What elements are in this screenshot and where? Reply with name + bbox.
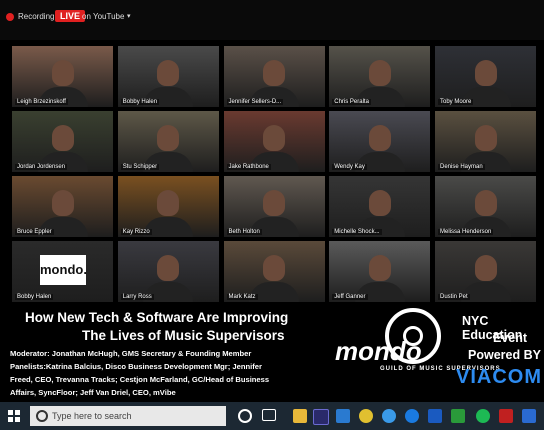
event-banner: How New Tech & Software Are Improving Th… <box>0 304 544 400</box>
participant-name: Bobby Halen <box>15 294 54 300</box>
participant-head <box>263 125 285 151</box>
participant-tile[interactable]: Stu Schipper <box>117 111 219 172</box>
participant-tile[interactable]: Melissa Henderson <box>435 176 536 237</box>
participant-tile[interactable]: Jake Rathbone <box>223 111 325 172</box>
participant-head <box>157 255 180 281</box>
participant-name: Kay Rizzo <box>120 229 152 235</box>
participant-name: Larry Ross <box>120 294 154 300</box>
windows-start-icon[interactable] <box>8 410 20 422</box>
participant-head <box>51 60 74 86</box>
participant-tile[interactable]: Leigh Brzezinskoff <box>12 46 113 107</box>
participant-name: Bruce Eppler <box>15 229 54 235</box>
participant-name: Dustin Pet <box>438 294 470 300</box>
participant-head <box>51 190 74 216</box>
banner-panelists-line3: Affairs, SyncFloor; Jeff Van Driel, CEO,… <box>10 388 176 397</box>
edge-icon[interactable] <box>382 409 396 423</box>
participant-head <box>474 255 497 281</box>
participant-tile[interactable]: Jeff Ganner <box>329 241 431 302</box>
participant-tile[interactable]: Michelle Shock... <box>329 176 431 237</box>
banner-panelists-line2: Freed, CEO, Trevanna Tracks; Cestjon McF… <box>10 375 270 384</box>
participant-head <box>51 125 74 151</box>
participant-head <box>474 125 497 151</box>
participant-tile[interactable]: Larry Ross <box>117 241 219 302</box>
participant-name: Stu Schipper <box>120 164 160 170</box>
participant-tile[interactable]: Mark Katz <box>223 241 325 302</box>
recording-label: Recording <box>18 12 55 21</box>
participant-name: Jennifer Sellers-D... <box>226 99 284 105</box>
stream-destination-label[interactable]: on YouTube <box>82 12 124 21</box>
participant-tile[interactable]: Denise Hayman <box>435 111 536 172</box>
participant-head <box>368 125 391 151</box>
store-icon[interactable] <box>428 409 442 423</box>
search-placeholder: Type here to search <box>52 411 132 421</box>
recording-icon <box>6 13 14 21</box>
spotify-icon[interactable] <box>476 409 490 423</box>
participant-tile[interactable]: Jennifer Sellers-D... <box>223 46 325 107</box>
participant-name: Leigh Brzezinskoff <box>15 99 68 105</box>
participant-tile[interactable]: Dustin Pet <box>435 241 536 302</box>
task-view-icon[interactable] <box>262 409 276 421</box>
participant-head <box>368 255 391 281</box>
participant-head <box>368 60 391 86</box>
participant-name: Jordan Jordensen <box>15 164 68 170</box>
event-label-line2: Event <box>493 331 528 345</box>
participant-name: Mark Katz <box>226 294 258 300</box>
participant-tile[interactable]: Chris Peralta <box>329 46 431 107</box>
banner-title-line1: How New Tech & Software Are Improving <box>25 310 289 325</box>
participant-name: Bobby Halen <box>120 99 160 105</box>
participant-name: Jake Rathbone <box>226 164 271 170</box>
participant-tile[interactable]: Bobby Halen <box>117 46 219 107</box>
participant-name: Michelle Shock... <box>332 229 382 235</box>
participant-head <box>157 60 180 86</box>
participant-name: Melissa Henderson <box>438 229 494 235</box>
participant-head <box>474 190 497 216</box>
participant-name: Toby Moore <box>438 99 474 105</box>
participant-tile[interactable]: Toby Moore <box>435 46 536 107</box>
participant-name: Beth Holton <box>226 229 262 235</box>
premiere-icon[interactable] <box>313 409 329 425</box>
participant-name: Jeff Ganner <box>332 294 368 300</box>
participant-head <box>263 60 285 86</box>
participant-tile[interactable]: Wendy Kay <box>329 111 431 172</box>
zoom-icon[interactable] <box>522 409 536 423</box>
meeting-top-bar: Recording LIVE on YouTube ▾ <box>0 0 544 40</box>
participant-head <box>157 190 180 216</box>
participant-head <box>368 190 391 216</box>
acrobat-icon[interactable] <box>499 409 513 423</box>
event-label-line3: Powered BY <box>468 348 541 362</box>
participant-head <box>263 190 285 216</box>
participant-grid: Leigh Brzezinskoff Bobby Halen Jennifer Se… <box>12 46 536 302</box>
viacom-logo: VIACOM <box>456 366 542 388</box>
internet-explorer-icon[interactable] <box>405 409 419 423</box>
participant-head <box>263 255 285 281</box>
search-icon <box>36 410 48 422</box>
cortana-icon[interactable] <box>238 409 252 423</box>
participant-head <box>474 60 497 86</box>
participant-logo: mondo. <box>40 255 87 285</box>
banner-panelists-line1: Panelists:Katrina Balcius, Disco Busines… <box>10 362 262 371</box>
file-explorer-icon[interactable] <box>293 409 307 423</box>
chrome-icon[interactable] <box>359 409 373 423</box>
participant-tile[interactable]: mondo. Bobby Halen <box>12 241 113 302</box>
banner-moderator-line: Moderator: Jonathan McHugh, GMS Secretar… <box>10 349 252 358</box>
participant-tile[interactable]: Jordan Jordensen <box>12 111 113 172</box>
participant-head <box>157 125 180 151</box>
live-badge[interactable]: LIVE <box>55 10 86 22</box>
guild-seal-icon <box>385 308 441 364</box>
chevron-down-icon[interactable]: ▾ <box>127 12 131 20</box>
participant-name: Denise Hayman <box>438 164 485 170</box>
participant-tile[interactable]: Kay Rizzo <box>117 176 219 237</box>
participant-tile[interactable]: Bruce Eppler <box>12 176 113 237</box>
banner-title-line2: The Lives of Music Supervisors <box>82 328 285 343</box>
participant-tile[interactable]: Beth Holton <box>223 176 325 237</box>
app2-icon[interactable] <box>451 409 465 423</box>
windows-taskbar: Type here to search <box>0 402 544 430</box>
app-icon[interactable] <box>336 409 350 423</box>
participant-name: Wendy Kay <box>332 164 367 170</box>
participant-name: Chris Peralta <box>332 99 371 105</box>
taskbar-search-input[interactable]: Type here to search <box>30 406 226 426</box>
